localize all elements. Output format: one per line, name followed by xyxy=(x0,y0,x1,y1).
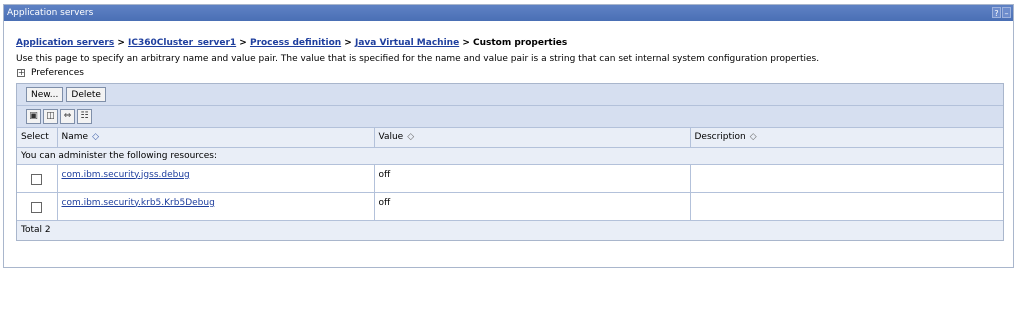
breadcrumb-server[interactable]: IC360Cluster_server1 xyxy=(128,38,236,48)
select-all-icon[interactable]: ▣ xyxy=(26,109,41,124)
table-row: com.ibm.security.jgss.debug off xyxy=(17,164,1003,193)
property-name-link[interactable]: com.ibm.security.jgss.debug xyxy=(62,170,190,180)
minimize-icon[interactable]: – xyxy=(1002,7,1011,18)
breadcrumb-separator: > xyxy=(236,38,250,48)
expand-icon[interactable]: + xyxy=(17,69,25,77)
total-row: Total 2 xyxy=(17,220,1003,240)
button-toolbar: New... Delete xyxy=(17,84,1003,106)
breadcrumb-jvm[interactable]: Java Virtual Machine xyxy=(355,38,459,48)
column-header-name[interactable]: Name ◇ xyxy=(57,128,375,148)
panel-title-bar: Application servers ? – xyxy=(4,5,1013,21)
expand-filter-icon[interactable]: ⇔ xyxy=(60,109,75,124)
help-icon[interactable]: ? xyxy=(992,7,1001,18)
delete-button[interactable]: Delete xyxy=(66,87,106,102)
page-description: Use this page to specify an arbitrary na… xyxy=(16,54,820,64)
total-count: Total 2 xyxy=(17,220,1003,240)
panel-title: Application servers xyxy=(7,8,94,18)
property-description xyxy=(690,164,1003,193)
sort-icon[interactable]: ◇ xyxy=(407,132,414,142)
table-row: com.ibm.security.krb5.Krb5Debug off xyxy=(17,192,1003,221)
application-servers-panel: Application servers ? – Application serv… xyxy=(3,4,1014,268)
clear-filter-icon[interactable]: ☷ xyxy=(77,109,92,124)
breadcrumb-separator: > xyxy=(341,38,355,48)
preferences-label[interactable]: Preferences xyxy=(31,68,84,78)
custom-properties-table: New... Delete ▣ ◫ ⇔ ☷ Select Name ◇ Value… xyxy=(16,83,1004,241)
property-description xyxy=(690,192,1003,221)
admin-message: You can administer the following resourc… xyxy=(17,147,1003,165)
column-header-select: Select xyxy=(17,128,58,148)
breadcrumb-separator: > xyxy=(459,38,473,48)
column-header-value[interactable]: Value ◇ xyxy=(374,128,691,148)
property-value: off xyxy=(374,192,691,221)
icon-toolbar: ▣ ◫ ⇔ ☷ xyxy=(17,106,1003,128)
breadcrumb: Application servers > IC360Cluster_serve… xyxy=(16,38,1001,48)
row-checkbox[interactable] xyxy=(31,173,43,185)
breadcrumb-current: Custom properties xyxy=(473,38,568,48)
breadcrumb-separator: > xyxy=(114,38,129,48)
admin-message-row: You can administer the following resourc… xyxy=(17,147,1003,165)
breadcrumb-process-definition[interactable]: Process definition xyxy=(250,38,341,48)
new-button[interactable]: New... xyxy=(26,87,64,102)
preferences-section[interactable]: + Preferences xyxy=(16,68,1001,78)
column-header-description[interactable]: Description ◇ xyxy=(690,128,1003,148)
property-name-link[interactable]: com.ibm.security.krb5.Krb5Debug xyxy=(62,198,215,208)
breadcrumb-application-servers[interactable]: Application servers xyxy=(16,38,114,48)
deselect-all-icon[interactable]: ◫ xyxy=(43,109,58,124)
row-checkbox[interactable] xyxy=(31,201,43,213)
property-value: off xyxy=(374,164,691,193)
sort-icon[interactable]: ◇ xyxy=(750,132,757,142)
sort-ascending-icon[interactable]: ◇ xyxy=(92,132,99,142)
